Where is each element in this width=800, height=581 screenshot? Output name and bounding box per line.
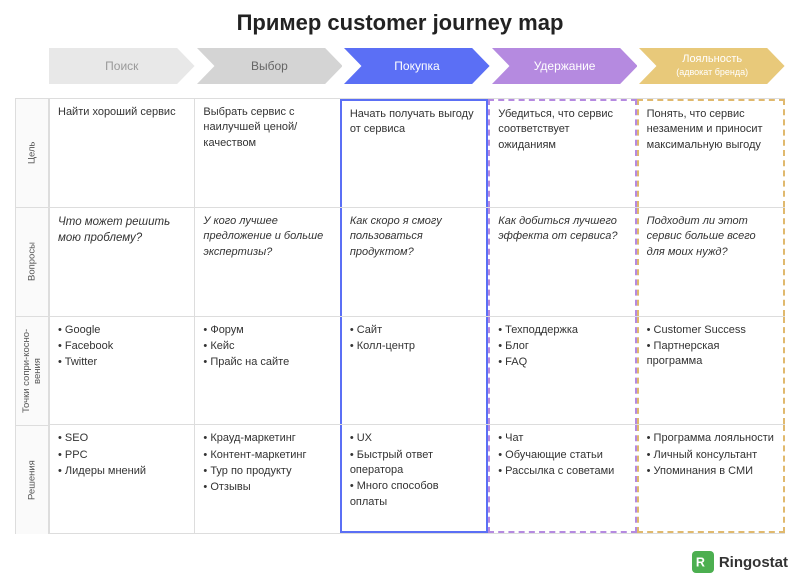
stage-vybor-label: Выбор [243,59,296,73]
list-item: Рассылка с советами [498,464,626,479]
cell-tsel-3: Убедиться, что сервис соответствует ожид… [488,99,636,207]
list-item: Колл-центр [350,339,478,354]
cell-tsel-1: Выбрать сервис с наилучшей ценой/качеств… [194,99,339,207]
list-resheniya-3: Чат Обучающие статьи Рассылка с советами [498,431,626,479]
cell-resheniya-4: Программа лояльности Личный консультант … [637,425,785,533]
stage-pokupka: Покупка [344,48,490,84]
list-item: Twitter [58,355,186,370]
stage-loyalnost-label: Лояльность(адвокат бренда) [668,53,756,79]
stage-poisk: Поиск [49,48,195,84]
row-tochki: Google Facebook Twitter Форум Кейс Прайс… [49,316,785,425]
cell-voprosy-4: Подходит ли этот сервис больше всего для… [637,208,785,316]
cell-tochki-0: Google Facebook Twitter [49,317,194,425]
list-item: Обучающие статьи [498,448,626,463]
page-title: Пример customer journey map [15,10,785,36]
svg-text:R: R [696,556,705,570]
stages-row: Поиск Выбор Покупка [49,44,785,98]
logo-text: Ringostat [719,554,788,571]
row-labels-col: Цель Вопросы Точки сопри-косно-вения Реш… [15,44,49,534]
stage-loyalnost: Лояльность(адвокат бренда) [639,48,785,84]
list-tochki-4: Customer Success Партнерская программа [647,323,775,370]
list-item: PPC [58,448,186,463]
cell-tochki-4: Customer Success Партнерская программа [637,317,785,425]
cell-tsel-0: Найти хороший сервис [49,99,194,207]
row-label-tsel: Цель [15,98,49,207]
row-label-resheniya: Решения [15,425,49,534]
logo-area: R Ringostat [692,551,788,573]
list-item: Сайт [350,323,478,338]
list-resheniya-0: SEO PPC Лидеры мнений [58,431,186,479]
list-item: Быстрый ответ оператора [350,448,478,479]
cell-tsel-4: Понять, что сервис незаменим и приносит … [637,99,785,207]
list-item: Контент-маркетинг [203,448,331,463]
list-item: Упоминания в СМИ [647,464,775,479]
cell-tochki-1: Форум Кейс Прайс на сайте [194,317,339,425]
list-resheniya-2: UX Быстрый ответ оператора Много способо… [350,431,478,510]
cell-tochki-2: Сайт Колл-центр [340,317,488,425]
cell-resheniya-3: Чат Обучающие статьи Рассылка с советами [488,425,636,533]
list-item: Много способов оплаты [350,479,478,510]
list-tochki-2: Сайт Колл-центр [350,323,478,355]
cell-voprosy-3: Как добиться лучшего эффекта от сервиса? [488,208,636,316]
stage-vybor: Выбор [197,48,343,84]
list-item: Программа лояльности [647,431,775,446]
list-tochki-1: Форум Кейс Прайс на сайте [203,323,331,371]
list-item: Отзывы [203,480,331,495]
stage-pokupka-label: Покупка [386,59,447,73]
cell-voprosy-1: У кого лучшее предложение и больше экспе… [194,208,339,316]
list-item: Прайс на сайте [203,355,331,370]
list-item: Google [58,323,186,338]
list-item: Лидеры мнений [58,464,186,479]
list-resheniya-1: Крауд-маркетинг Контент-маркетинг Тур по… [203,431,331,496]
list-resheniya-4: Программа лояльности Личный консультант … [647,431,775,479]
list-item: Блог [498,339,626,354]
list-item: Тур по продукту [203,464,331,479]
row-voprosy: Что может решить мою проблему? У кого лу… [49,207,785,316]
list-item: FAQ [498,355,626,370]
list-item: Кейс [203,339,331,354]
cell-resheniya-1: Крауд-маркетинг Контент-маркетинг Тур по… [194,425,339,533]
list-item: Партнерская программа [647,339,775,370]
cell-voprosy-2: Как скоро я смогу пользоваться продуктом… [340,208,488,316]
list-item: UX [350,431,478,446]
cell-voprosy-0: Что может решить мою проблему? [49,208,194,316]
list-item: Техподдержка [498,323,626,338]
row-tsel: Найти хороший сервис Выбрать сервис с на… [49,98,785,207]
stage-uderzhanie-label: Удержание [526,59,604,73]
list-item: Customer Success [647,323,775,338]
stage-uderzhanie: Удержание [492,48,638,84]
list-item: Крауд-маркетинг [203,431,331,446]
row-resheniya: SEO PPC Лидеры мнений Крауд-маркетинг Ко… [49,424,785,534]
cell-resheniya-2: UX Быстрый ответ оператора Много способо… [340,425,488,533]
row-label-voprosy: Вопросы [15,207,49,316]
list-tochki-0: Google Facebook Twitter [58,323,186,371]
ringostat-logo-icon: R [692,551,714,573]
list-item: Форум [203,323,331,338]
cell-tochki-3: Техподдержка Блог FAQ [488,317,636,425]
list-item: Чат [498,431,626,446]
list-item: Facebook [58,339,186,354]
list-tochki-3: Техподдержка Блог FAQ [498,323,626,371]
cell-resheniya-0: SEO PPC Лидеры мнений [49,425,194,533]
list-item: Личный консультант [647,448,775,463]
stage-poisk-label: Поиск [97,59,146,73]
page: Пример customer journey map Цель Вопросы… [0,0,800,581]
list-item: SEO [58,431,186,446]
cell-tsel-2: Начать получать выгоду от сервиса [340,99,488,207]
row-label-tochki: Точки сопри-косно-вения [15,316,49,425]
